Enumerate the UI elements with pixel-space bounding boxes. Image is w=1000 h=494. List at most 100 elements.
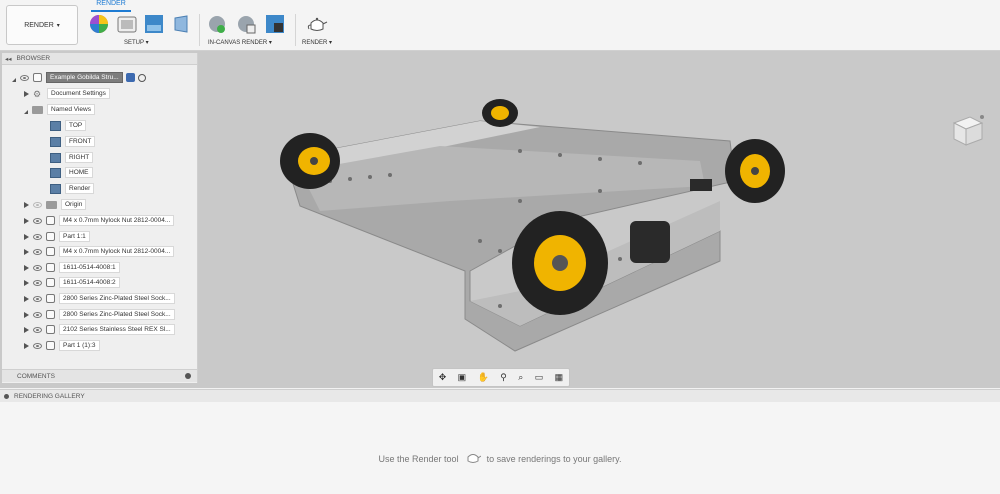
expand-triangle-icon[interactable] (24, 295, 29, 302)
expand-triangle-icon[interactable] (24, 326, 29, 333)
rendering-gallery-header[interactable]: RENDERING GALLERY (0, 389, 1000, 403)
collapse-triangle-icon[interactable] (12, 74, 16, 82)
pan-hand-icon[interactable]: ✋ (478, 372, 489, 383)
tree-item-label[interactable]: Render (65, 183, 95, 194)
tree-item-label[interactable]: Part 1:1 (59, 231, 90, 242)
tree-item-label[interactable]: Document Settings (47, 88, 110, 99)
visibility-eye-icon[interactable] (20, 74, 29, 81)
appearance-icon[interactable] (89, 14, 109, 34)
collapse-triangle-icon[interactable] (24, 106, 28, 114)
tree-item-named-views[interactable]: Named Views (24, 103, 95, 116)
toolbar-divider (295, 14, 296, 46)
in-canvas-render-settings-icon[interactable] (236, 14, 256, 34)
tree-item-label[interactable]: 2800 Series Zinc-Plated Steel Sock... (59, 309, 175, 320)
tree-item-component[interactable]: 1611-0514-4008:2 (24, 276, 120, 289)
scene-settings-icon[interactable] (117, 14, 137, 34)
tree-item-label[interactable]: 1611-0514-4008:2 (59, 277, 120, 288)
tree-item-label[interactable]: M4 x 0.7mm Nylock Nut 2812-0004... (59, 246, 175, 257)
in-canvas-render-group-label[interactable]: IN-CANVAS RENDER ▾ (208, 39, 272, 46)
visibility-eye-icon[interactable] (33, 342, 42, 349)
orbit-icon[interactable]: ✥ (439, 372, 447, 383)
expand-triangle-icon[interactable] (24, 264, 29, 271)
visibility-eye-icon[interactable] (33, 295, 42, 302)
collapse-panel-icon[interactable]: ◂◂ (5, 55, 12, 63)
expand-triangle-icon[interactable] (24, 233, 29, 240)
display-settings-icon[interactable]: ▭ (535, 372, 544, 383)
workspace-switcher[interactable]: RENDER ▾ (6, 5, 78, 45)
navigation-bar: ✥ ▣ ✋ ⚲ ⌕ ▭ ▦ (432, 368, 570, 387)
gallery-toggle-icon[interactable] (4, 393, 9, 399)
comments-panel-header[interactable]: COMMENTS (2, 369, 197, 382)
named-view-render[interactable]: Render (50, 182, 95, 195)
viewcube[interactable] (946, 111, 986, 151)
tree-item-component[interactable]: Part 1:1 (24, 230, 90, 243)
link-icon[interactable] (125, 73, 135, 82)
add-comment-icon[interactable] (185, 373, 191, 379)
root-component-label[interactable]: Example Gobilda Stru... (46, 72, 123, 83)
expand-triangle-icon[interactable] (24, 201, 29, 208)
tree-item-component[interactable]: M4 x 0.7mm Nylock Nut 2812-0004... (24, 214, 175, 227)
rendering-gallery: Use the Render tool to save renderings t… (0, 402, 1000, 494)
render-teapot-icon[interactable] (306, 14, 328, 34)
tree-item-label[interactable]: 1611-0514-4008:1 (59, 262, 120, 273)
fit-zoom-icon[interactable]: ⌕ (518, 372, 523, 383)
named-view-front[interactable]: FRONT (50, 135, 96, 148)
visibility-eye-icon[interactable] (33, 311, 42, 318)
tree-item-component[interactable]: M4 x 0.7mm Nylock Nut 2812-0004... (24, 245, 175, 258)
visibility-eye-icon[interactable] (33, 233, 42, 240)
tab-render[interactable]: RENDER (94, 0, 128, 7)
chevron-down-icon: ▾ (56, 22, 60, 29)
tree-item-component[interactable]: 2102 Series Stainless Steel REX Sl... (24, 323, 175, 336)
activate-radio-icon[interactable] (137, 73, 146, 82)
visibility-eye-icon[interactable] (33, 248, 42, 255)
visibility-eye-icon[interactable] (33, 264, 42, 271)
zoom-icon[interactable]: ⚲ (500, 372, 507, 383)
expand-triangle-icon[interactable] (24, 311, 29, 318)
tree-item-label[interactable]: Part 1 (1):3 (59, 340, 100, 351)
visibility-eye-icon[interactable] (33, 217, 42, 224)
capture-image-icon[interactable] (265, 14, 285, 34)
tree-item-label[interactable]: FRONT (65, 136, 96, 147)
named-view-icon (50, 183, 61, 194)
tree-item-label[interactable]: M4 x 0.7mm Nylock Nut 2812-0004... (59, 215, 175, 226)
environment-library-icon[interactable] (144, 14, 164, 34)
named-view-icon (50, 136, 61, 147)
expand-triangle-icon[interactable] (24, 217, 29, 224)
setup-group-label[interactable]: SETUP ▾ (124, 39, 149, 46)
visibility-eye-icon[interactable] (33, 326, 42, 333)
tree-item-component[interactable]: 2800 Series Zinc-Plated Steel Sock... (24, 308, 175, 321)
named-view-top[interactable]: TOP (50, 119, 87, 132)
grid-settings-icon[interactable]: ▦ (555, 372, 564, 383)
tree-item-component[interactable]: Part 1 (1):3 (24, 339, 100, 352)
component-icon (46, 325, 55, 334)
tree-root[interactable]: Example Gobilda Stru... (12, 71, 146, 84)
tree-item-origin[interactable]: Origin (24, 198, 87, 211)
expand-triangle-icon[interactable] (24, 248, 29, 255)
named-view-right[interactable]: RIGHT (50, 151, 94, 164)
tree-item-label[interactable]: TOP (65, 120, 87, 131)
browser-header[interactable]: ◂◂ BROWSER (2, 53, 197, 65)
render-group-label[interactable]: RENDER ▾ (302, 39, 332, 46)
tree-item-document-settings[interactable]: ⚙ Document Settings (24, 87, 110, 100)
visibility-eye-icon[interactable] (33, 279, 42, 286)
tree-item-label[interactable]: 2800 Series Zinc-Plated Steel Sock... (59, 293, 175, 304)
tree-item-component[interactable]: 1611-0514-4008:1 (24, 261, 120, 274)
named-view-home[interactable]: HOME (50, 166, 93, 179)
toolbar-divider (199, 14, 200, 46)
expand-triangle-icon[interactable] (24, 342, 29, 349)
tree-item-label[interactable]: RIGHT (65, 152, 94, 163)
in-canvas-render-icon[interactable] (207, 14, 227, 34)
tree-item-label[interactable]: Named Views (47, 104, 95, 115)
look-at-icon[interactable]: ▣ (458, 372, 467, 383)
expand-triangle-icon[interactable] (24, 90, 29, 97)
visibility-eye-icon[interactable] (33, 201, 42, 208)
tree-item-component[interactable]: 2800 Series Zinc-Plated Steel Sock... (24, 292, 175, 305)
expand-triangle-icon[interactable] (24, 279, 29, 286)
component-icon (46, 232, 55, 241)
tree-item-label[interactable]: 2102 Series Stainless Steel REX Sl... (59, 324, 175, 335)
gallery-message-before: Use the Render tool (378, 453, 459, 464)
mecanum-wheel-front-right (512, 211, 608, 315)
tree-item-label[interactable]: HOME (65, 167, 93, 178)
decal-icon[interactable] (172, 14, 192, 34)
tree-item-label[interactable]: Origin (61, 199, 87, 210)
